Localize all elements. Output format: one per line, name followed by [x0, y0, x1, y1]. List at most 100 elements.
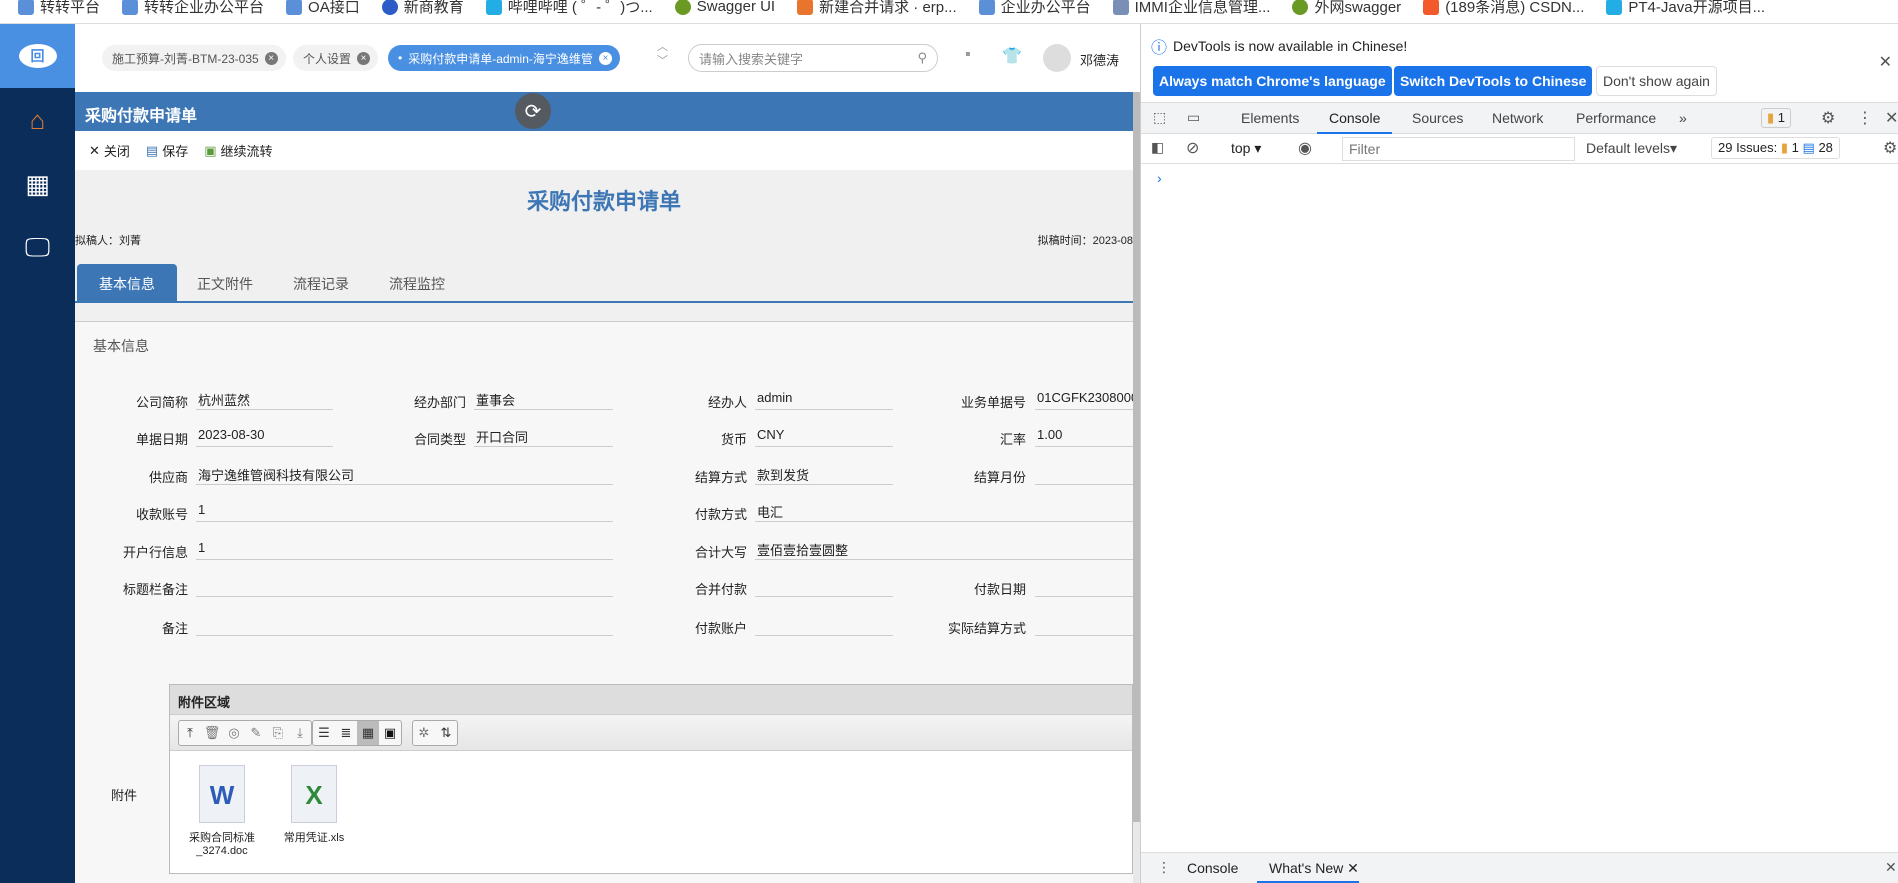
page-tab-active[interactable]: • 采购付款申请单-admin-海宁逸维管 × [388, 45, 620, 71]
upload-icon[interactable]: ⤒ [179, 725, 201, 741]
bookmark[interactable]: IMMI企业信息管理... [1112, 0, 1270, 17]
more-tabs-icon[interactable]: » [1679, 103, 1687, 134]
field-value[interactable]: 开口合同 [474, 427, 613, 447]
drawer-menu-icon[interactable]: ⋮ [1157, 859, 1171, 876]
dont-show-button[interactable]: Don't show again [1596, 66, 1717, 96]
field-value[interactable] [196, 616, 613, 636]
close-button[interactable]: ✕ 关闭 [89, 141, 130, 160]
field-value[interactable] [1035, 465, 1133, 485]
field-value[interactable]: 2023-08-30 [196, 427, 333, 447]
image-view-icon[interactable]: ▣ [379, 725, 401, 741]
drawer-tab-console[interactable]: Console [1187, 860, 1238, 876]
context-select[interactable]: top ▾ [1231, 140, 1261, 157]
tab-flow-records[interactable]: 流程记录 [273, 264, 369, 301]
close-icon[interactable]: × [264, 51, 278, 65]
inspect-icon[interactable]: ⬚ [1153, 109, 1166, 126]
drawer-tab-whats-new[interactable]: What's New ✕ [1257, 853, 1359, 883]
list-view-icon[interactable]: ☰ [313, 725, 335, 741]
close-icon[interactable]: × [357, 51, 371, 65]
user-name[interactable]: 邓德涛 [1080, 50, 1119, 69]
bookmark[interactable]: 哔哩哔哩 ( ゜- ゜)つ... [485, 0, 653, 17]
bookmark[interactable]: (189条消息) CSDN... [1423, 0, 1584, 17]
warnings-badge[interactable]: ▮ 1 [1761, 108, 1792, 128]
page-scrollbar[interactable] [1133, 92, 1140, 883]
settings-icon[interactable]: ⚙ [1821, 108, 1835, 128]
tab-network[interactable]: Network [1492, 103, 1543, 134]
search-icon[interactable]: ⚲ [917, 50, 927, 66]
close-icon[interactable]: × [598, 51, 612, 65]
attachment-file[interactable]: W 采购合同标准_3274.doc [182, 765, 262, 857]
field-value[interactable] [755, 577, 893, 597]
bookmark[interactable]: 外网swagger [1292, 0, 1401, 17]
dashboard-icon[interactable]: ▦ [0, 164, 75, 204]
avatar[interactable] [1043, 44, 1071, 72]
bookmark[interactable]: 新建合并请求 · erp... [797, 0, 957, 17]
close-drawer-icon[interactable]: ✕ [1885, 859, 1897, 876]
field-value[interactable] [1035, 577, 1133, 597]
app-logo[interactable]: 回 [0, 24, 75, 88]
close-banner-icon[interactable]: ✕ [1879, 52, 1892, 72]
field-value[interactable] [196, 577, 613, 597]
close-devtools-icon[interactable]: ✕ [1885, 108, 1898, 128]
continue-button[interactable]: ▣ 继续流转 [204, 141, 272, 160]
tab-attachments[interactable]: 正文附件 [177, 264, 273, 301]
filter-input[interactable]: Filter [1342, 137, 1575, 161]
edit-icon[interactable]: ✎ [245, 725, 267, 741]
save-button[interactable]: ▤ 保存 [146, 141, 188, 160]
tab-flow-monitor[interactable]: 流程监控 [369, 264, 465, 301]
bookmark[interactable]: 转转平台 [18, 0, 100, 17]
log-levels-select[interactable]: Default levels▾ [1586, 140, 1677, 157]
match-language-button[interactable]: Always match Chrome's language [1153, 66, 1392, 96]
clear-console-icon[interactable]: ⊘ [1186, 138, 1199, 158]
live-expression-icon[interactable]: ◉ [1298, 138, 1312, 158]
tab-scroll-icon[interactable]: ︿ ﹀ [657, 40, 668, 68]
console-settings-icon[interactable]: ⚙ [1883, 138, 1897, 158]
attachment-file[interactable]: X 常用凭证.xls [274, 765, 354, 845]
field-value[interactable]: 1 [196, 540, 613, 560]
field-value[interactable]: 电汇 [755, 502, 1133, 522]
bookmark[interactable]: Swagger UI [674, 0, 775, 15]
field-value[interactable]: 董事会 [474, 390, 613, 410]
sort-icon[interactable]: ⇅ [435, 725, 457, 741]
field-value[interactable]: CNY [755, 427, 893, 447]
bookmark[interactable]: 新商教育 [381, 0, 464, 17]
delete-icon[interactable]: 🗑 [201, 725, 223, 741]
message-icon[interactable]: ▪ [965, 46, 971, 64]
bookmark[interactable]: 转转企业办公平台 [122, 0, 264, 17]
field-value[interactable] [755, 616, 893, 636]
grid-view-icon[interactable]: ▦ [357, 721, 379, 745]
field-value[interactable]: 杭州蓝然 [196, 390, 333, 410]
tab-performance[interactable]: Performance [1576, 103, 1656, 134]
settings-icon[interactable]: ✲ [413, 725, 435, 741]
field-value[interactable]: 1.00 [1035, 427, 1133, 447]
tab-basic-info[interactable]: 基本信息 [77, 264, 177, 301]
page-tab[interactable]: 施工预算-刘菁-BTM-23-035 × [102, 45, 286, 71]
monitor-user-icon[interactable]: 🖵 [0, 228, 75, 268]
device-toggle-icon[interactable]: ▭ [1187, 109, 1200, 126]
switch-chinese-button[interactable]: Switch DevTools to Chinese [1394, 66, 1593, 96]
search-input[interactable]: 请输入搜索关键字 ⚲ [688, 44, 938, 72]
close-icon[interactable]: ✕ [1347, 860, 1359, 876]
field-value[interactable] [1035, 616, 1133, 636]
bookmark[interactable]: 企业办公平台 [978, 0, 1091, 17]
field-value[interactable]: 海宁逸维管阀科技有限公司 [196, 465, 613, 485]
field-value[interactable]: 1 [196, 502, 613, 522]
copy-icon[interactable]: ⎘ [267, 725, 289, 741]
tab-console[interactable]: Console [1317, 103, 1393, 134]
field-value[interactable]: 壹佰壹拾壹圆整 [755, 540, 1133, 560]
sidebar-toggle-icon[interactable]: ◧ [1151, 139, 1164, 156]
page-tab[interactable]: 个人设置 × [293, 45, 379, 71]
more-options-icon[interactable]: ⋮ [1857, 108, 1873, 128]
console-prompt-icon[interactable]: › [1157, 170, 1162, 186]
field-value[interactable]: admin [755, 390, 893, 410]
skin-icon[interactable]: 👕 [1002, 46, 1022, 66]
refresh-icon[interactable]: ⟳ [515, 93, 551, 129]
tab-elements[interactable]: Elements [1241, 103, 1299, 134]
issues-badge[interactable]: 29 Issues: ▮ 1 ▤ 28 [1711, 137, 1840, 159]
preview-icon[interactable]: ◎ [223, 725, 245, 741]
field-value[interactable]: 01CGFK2308000 [1035, 390, 1133, 410]
download-icon[interactable]: ⤓ [289, 725, 311, 741]
tab-sources[interactable]: Sources [1412, 103, 1463, 134]
home-icon[interactable]: ⌂ [0, 100, 75, 140]
bookmark[interactable]: PT4-Java开源项目... [1606, 0, 1765, 17]
